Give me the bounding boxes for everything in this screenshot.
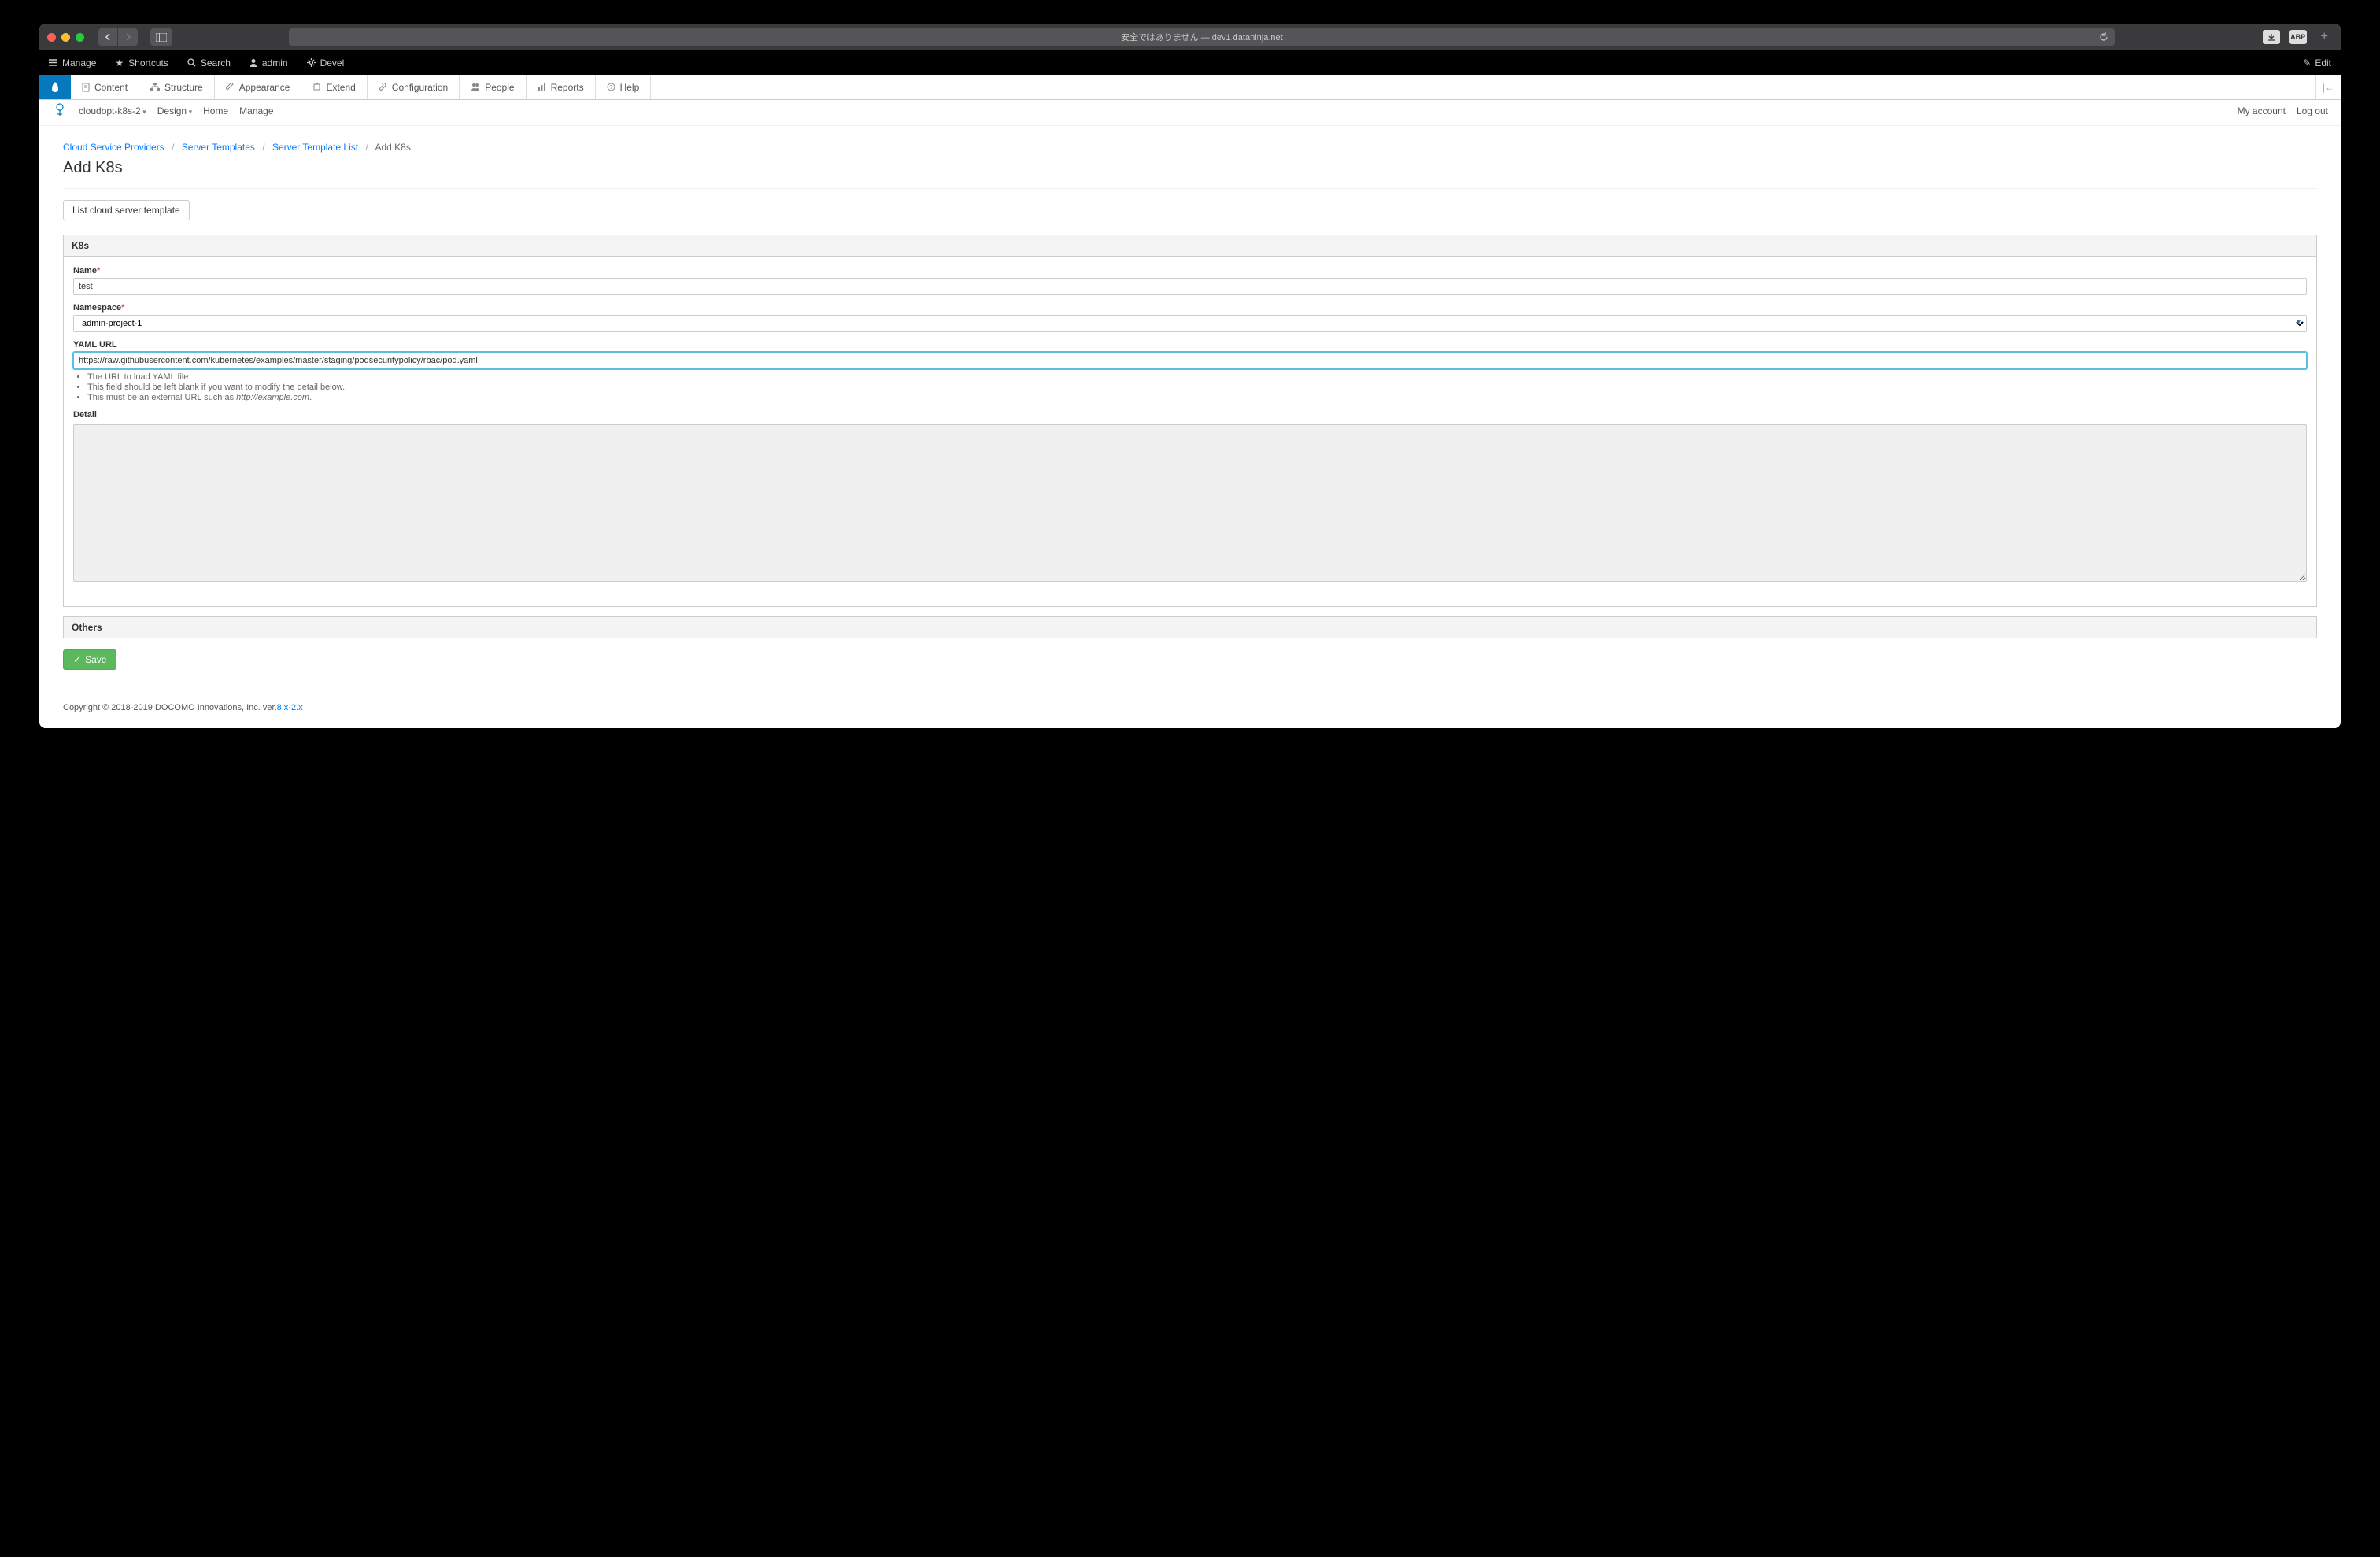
search-menu[interactable]: Search xyxy=(178,50,240,75)
breadcrumb-csp[interactable]: Cloud Service Providers xyxy=(63,142,164,153)
shortcuts-label: Shortcuts xyxy=(128,57,168,68)
namespace-label: Namespace* xyxy=(73,303,2307,313)
devel-menu[interactable]: Devel xyxy=(298,50,354,75)
name-label: Name* xyxy=(73,266,2307,276)
search-label: Search xyxy=(201,57,231,68)
help-menu[interactable]: ? Help xyxy=(596,75,652,99)
yaml-url-input[interactable] xyxy=(73,352,2307,369)
others-section-header[interactable]: Others xyxy=(63,616,2317,638)
content-label: Content xyxy=(94,82,128,93)
drupal-logo-icon[interactable] xyxy=(39,75,71,99)
reports-label: Reports xyxy=(551,82,584,93)
help-icon: ? xyxy=(607,83,615,91)
breadcrumb-current: Add K8s xyxy=(375,142,410,153)
title-divider xyxy=(63,188,2317,189)
url-text: 安全ではありません — dev1.dataninja.net xyxy=(1121,31,1283,43)
save-button[interactable]: Save xyxy=(63,649,116,670)
admin-toolbar-primary: Manage ★ Shortcuts Search admin Devel ✎ … xyxy=(39,50,2341,75)
list-template-button[interactable]: List cloud server template xyxy=(63,200,190,220)
admin-label: admin xyxy=(262,57,288,68)
breadcrumb: Cloud Service Providers / Server Templat… xyxy=(63,142,2317,153)
structure-icon xyxy=(150,83,160,91)
others-section: Others xyxy=(63,616,2317,638)
yaml-url-label: YAML URL xyxy=(73,340,2307,349)
toolbar-collapse-icon[interactable]: |← xyxy=(2315,75,2341,99)
address-bar[interactable]: 安全ではありません — dev1.dataninja.net xyxy=(289,28,2115,46)
page-title: Add K8s xyxy=(63,159,2317,177)
people-icon xyxy=(471,83,480,91)
reports-menu[interactable]: Reports xyxy=(527,75,596,99)
manage-menu[interactable]: Manage xyxy=(39,50,105,75)
site-design-dropdown[interactable]: Design xyxy=(157,105,192,116)
configuration-label: Configuration xyxy=(392,82,448,93)
appearance-label: Appearance xyxy=(239,82,290,93)
footer-text: Copyright © 2018-2019 DOCOMO Innovations… xyxy=(63,703,277,712)
yaml-help-text: The URL to load YAML file. This field sh… xyxy=(87,372,2307,402)
main-content: Cloud Service Providers / Server Templat… xyxy=(39,126,2341,693)
structure-label: Structure xyxy=(164,82,203,93)
extend-menu[interactable]: Extend xyxy=(301,75,367,99)
browser-chrome: 安全ではありません — dev1.dataninja.net ABP + xyxy=(39,24,2341,50)
maximize-window-icon[interactable] xyxy=(76,33,84,42)
people-label: People xyxy=(485,82,514,93)
document-icon xyxy=(82,83,90,92)
puzzle-icon xyxy=(312,83,321,91)
edit-button[interactable]: ✎ Edit xyxy=(2293,57,2341,68)
content-menu[interactable]: Content xyxy=(71,75,139,99)
admin-toolbar-secondary: Content Structure Appearance Extend Conf… xyxy=(39,75,2341,100)
breadcrumb-server-template-list[interactable]: Server Template List xyxy=(272,142,358,153)
footer: Copyright © 2018-2019 DOCOMO Innovations… xyxy=(39,693,2341,728)
shortcuts-menu[interactable]: ★ Shortcuts xyxy=(105,50,177,75)
edit-label: Edit xyxy=(2315,57,2331,68)
admin-user-menu[interactable]: admin xyxy=(240,50,298,75)
name-input[interactable] xyxy=(73,278,2307,295)
people-menu[interactable]: People xyxy=(460,75,526,99)
site-logo-icon[interactable] xyxy=(52,103,68,119)
close-window-icon[interactable] xyxy=(47,33,56,42)
refresh-icon[interactable] xyxy=(2099,32,2108,42)
devel-label: Devel xyxy=(320,57,345,68)
k8s-section: K8s Name* Namespace* admin-project-1 YAM… xyxy=(63,235,2317,607)
detail-textarea[interactable] xyxy=(73,424,2307,582)
bar-chart-icon xyxy=(538,83,546,91)
sidebar-toggle-button[interactable] xyxy=(150,28,172,46)
adblock-icon[interactable]: ABP xyxy=(2289,30,2307,44)
paintbrush-icon xyxy=(226,83,235,91)
gear-icon xyxy=(307,58,316,67)
footer-version-link[interactable]: 8.x-2.x xyxy=(277,703,303,712)
site-manage-link[interactable]: Manage xyxy=(239,105,273,116)
window-controls xyxy=(47,33,84,42)
configuration-menu[interactable]: Configuration xyxy=(368,75,460,99)
breadcrumb-server-templates[interactable]: Server Templates xyxy=(182,142,255,153)
extend-label: Extend xyxy=(326,82,355,93)
svg-text:?: ? xyxy=(609,85,612,91)
browser-right-icons: ABP + xyxy=(2263,30,2333,44)
structure-menu[interactable]: Structure xyxy=(139,75,215,99)
star-icon: ★ xyxy=(115,57,124,68)
manage-label: Manage xyxy=(62,57,96,68)
k8s-section-header: K8s xyxy=(63,235,2317,257)
forward-button xyxy=(118,28,138,46)
detail-label: Detail xyxy=(73,410,2307,420)
appearance-menu[interactable]: Appearance xyxy=(215,75,302,99)
site-brand-dropdown[interactable]: cloudopt-k8s-2 xyxy=(79,105,146,116)
my-account-link[interactable]: My account xyxy=(2238,105,2286,116)
nav-button-group xyxy=(98,28,138,46)
namespace-select[interactable]: admin-project-1 xyxy=(73,315,2307,332)
wrench-icon xyxy=(379,83,387,91)
site-navigation: cloudopt-k8s-2 Design Home Manage My acc… xyxy=(39,100,2341,126)
download-icon[interactable] xyxy=(2263,30,2280,44)
new-tab-button[interactable]: + xyxy=(2316,30,2333,44)
help-label: Help xyxy=(620,82,640,93)
minimize-window-icon[interactable] xyxy=(61,33,70,42)
back-button[interactable] xyxy=(98,28,118,46)
logout-link[interactable]: Log out xyxy=(2297,105,2328,116)
site-home-link[interactable]: Home xyxy=(203,105,228,116)
pencil-icon: ✎ xyxy=(2303,57,2311,68)
